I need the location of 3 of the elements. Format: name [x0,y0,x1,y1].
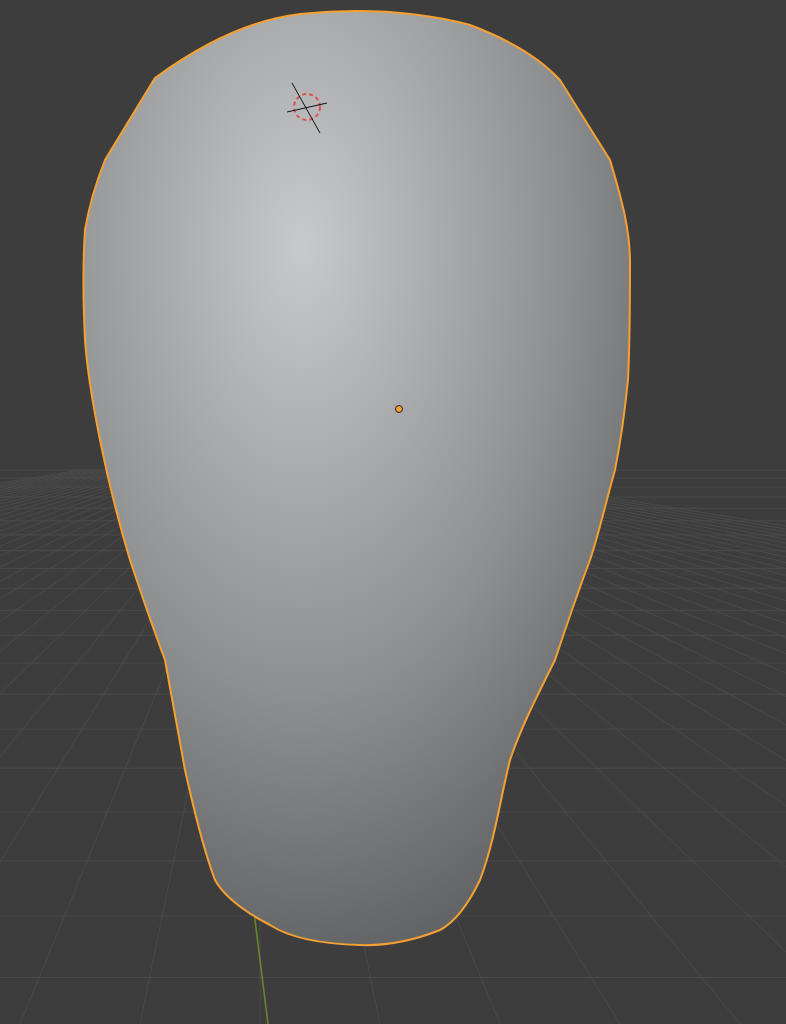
head-model[interactable] [82,10,631,947]
cursor-icon[interactable] [286,82,328,134]
origin-dot [395,405,403,413]
